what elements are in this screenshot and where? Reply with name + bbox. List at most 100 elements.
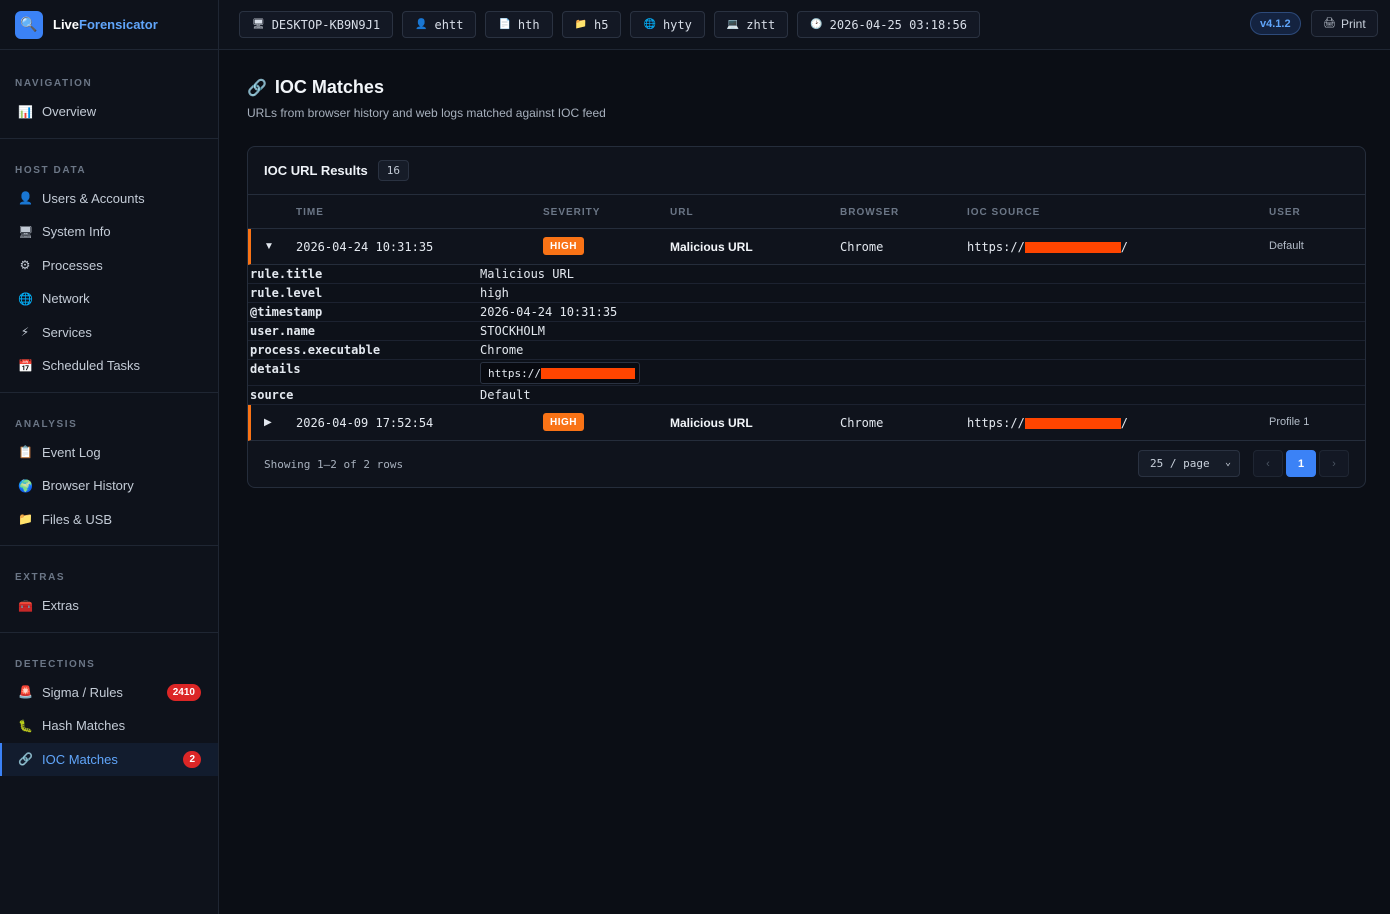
nav-section-title: ANALYSIS [15, 418, 78, 430]
details-url-box[interactable]: https:// [480, 362, 640, 384]
gear-icon: ⚙ [19, 258, 31, 273]
sidebar-item-label: Hash Matches [42, 718, 126, 734]
chip-device: 💻 zhtt [713, 11, 789, 38]
document-icon: 📄 [498, 19, 511, 30]
sidebar-item-label: Processes [42, 257, 103, 273]
page-title: 🔗 IOC Matches [247, 77, 384, 98]
ioc-source-suffix: / [1120, 416, 1129, 430]
row-url: Malicious URL [670, 240, 753, 254]
count-badge: 2410 [166, 683, 201, 701]
detail-row-rule-title: rule.title Malicious URL [248, 265, 1365, 284]
chip-folder: 📁 h5 [561, 11, 622, 38]
detail-row-details: details https:// [248, 360, 1365, 386]
clock-icon: 🕑 [810, 19, 823, 30]
row-time: 2026-04-24 10:31:35 [296, 240, 434, 254]
detail-key: user.name [250, 324, 316, 338]
sidebar-item-network[interactable]: 🌐 Network [0, 282, 218, 316]
redaction-bar [1024, 241, 1121, 253]
table-header: TIME SEVERITY URL BROWSER IOC SOURCE USE… [248, 195, 1365, 229]
sidebar-item-overview[interactable]: 📊 Overview [0, 95, 218, 129]
brand: 🔍 LiveForensicator [0, 0, 219, 50]
sidebar-item-scheduled-tasks[interactable]: 📅 Scheduled Tasks [0, 349, 218, 383]
redaction-bar [1024, 417, 1121, 429]
ioc-source-prefix: https:// [967, 416, 1025, 430]
column-header-browser[interactable]: BROWSER [840, 207, 899, 218]
page-size-value: 25 / page [1150, 457, 1210, 470]
lightning-icon: ⚡ [20, 325, 30, 340]
sidebar-item-label: Scheduled Tasks [42, 358, 141, 374]
sidebar-item-system-info[interactable]: 🖥 System Info [0, 215, 218, 249]
column-header-ioc-source[interactable]: IOC SOURCE [967, 207, 1040, 218]
chip-label: hth [517, 17, 540, 32]
sidebar-item-label: System Info [42, 224, 111, 240]
computer-icon: 🖥 [252, 19, 265, 30]
calendar-icon: 📅 [18, 358, 33, 373]
sidebar-item-label: Network [42, 291, 90, 307]
column-header-time[interactable]: TIME [296, 207, 324, 218]
row-ioc-source: https:// / [967, 240, 1128, 254]
next-page-button[interactable]: › [1319, 450, 1349, 477]
row-browser: Chrome [840, 240, 884, 254]
sidebar-item-browser-history[interactable]: 🌍 Browser History [0, 469, 218, 503]
globe-icon: 🌐 [18, 291, 33, 306]
sidebar-item-event-log[interactable]: 📋 Event Log [0, 436, 218, 470]
chip-label: DESKTOP-KB9N9J1 [271, 17, 381, 32]
ioc-source-prefix: https:// [967, 240, 1025, 254]
prev-page-button[interactable]: ‹ [1253, 450, 1283, 477]
sidebar-item-extras[interactable]: 🧰 Extras [0, 589, 218, 623]
sidebar-item-hash-matches[interactable]: 🐛 Hash Matches [0, 709, 218, 743]
version-badge: v4.1.2 [1250, 12, 1301, 35]
chip-label: hyty [662, 17, 692, 32]
pagination-summary: Showing 1–2 of 2 rows [264, 458, 404, 471]
page-size-select[interactable]: 25 / page ⌄ [1138, 450, 1240, 477]
table-row[interactable]: ▼ 2026-04-24 10:31:35 HIGH Malicious URL… [248, 229, 1365, 265]
main-content: 🔗 IOC Matches URLs from browser history a… [219, 50, 1390, 914]
detail-key: source [250, 388, 294, 402]
expand-toggle-icon[interactable]: ▶ [264, 417, 272, 428]
ioc-source-suffix: / [1120, 240, 1129, 254]
row-browser: Chrome [840, 416, 884, 430]
collapse-toggle-icon[interactable]: ▼ [264, 241, 274, 252]
row-time: 2026-04-09 17:52:54 [296, 416, 434, 430]
chip-label: zhtt [746, 17, 776, 32]
redaction-bar [540, 367, 635, 379]
column-header-severity[interactable]: SEVERITY [543, 207, 600, 218]
sidebar-item-ioc-matches[interactable]: 🔗 IOC Matches 2 [0, 742, 218, 776]
earth-icon: 🌍 [18, 478, 33, 493]
table-row[interactable]: ▶ 2026-04-09 17:52:54 HIGH Malicious URL… [248, 405, 1365, 441]
page-button-1[interactable]: 1 [1286, 450, 1316, 477]
sidebar-item-label: Extras [42, 598, 79, 614]
top-bar: 🔍 LiveForensicator 🖥 DESKTOP-KB9N9J1 👤 eht… [0, 0, 1390, 50]
detail-key: rule.title [250, 267, 323, 281]
detail-value: Chrome [480, 343, 524, 357]
sidebar-item-label: Services [42, 324, 92, 340]
sidebar-item-label: Browser History [42, 478, 134, 494]
sidebar-item-label: Sigma / Rules [42, 684, 123, 700]
sidebar-item-processes[interactable]: ⚙ Processes [0, 249, 218, 283]
row-ioc-source: https:// / [967, 416, 1128, 430]
chevron-down-icon: ⌄ [1224, 457, 1231, 468]
sidebar-item-users[interactable]: 👤 Users & Accounts [0, 182, 218, 216]
detail-row-user-name: user.name STOCKHOLM [248, 322, 1365, 341]
magnifier-icon: 🔍 [15, 10, 43, 39]
nav-section-navigation: NAVIGATION 📊 Overview [0, 50, 218, 139]
severity-badge: HIGH [543, 237, 584, 255]
column-header-user[interactable]: USER [1269, 207, 1301, 218]
globe-icon: 🌐 [643, 19, 656, 30]
results-count-badge: 16 [377, 160, 410, 181]
chip-hostname: 🖥 DESKTOP-KB9N9J1 [239, 11, 394, 38]
sidebar-item-sigma-rules[interactable]: 🚨 Sigma / Rules 2410 [0, 676, 218, 710]
sidebar-item-label: Event Log [42, 444, 101, 460]
laptop-icon: 💻 [726, 19, 740, 30]
column-header-url[interactable]: URL [670, 207, 694, 218]
nav-section-detections: DETECTIONS 🚨 Sigma / Rules 2410 🐛 Hash Matc… [0, 633, 218, 786]
user-icon: 👤 [415, 19, 428, 30]
print-button[interactable]: 🖨 Print [1311, 10, 1378, 37]
detail-row-process-executable: process.executable Chrome [248, 341, 1365, 360]
sidebar: NAVIGATION 📊 Overview HOST DATA 👤 Users & … [0, 50, 219, 914]
nav-section-extras: EXTRAS 🧰 Extras [0, 546, 218, 633]
sidebar-item-files-usb[interactable]: 📁 Files & USB [0, 503, 218, 537]
siren-icon: 🚨 [18, 685, 33, 700]
sidebar-item-services[interactable]: ⚡ Services [0, 316, 218, 350]
computer-icon: 🖥 [18, 224, 34, 239]
